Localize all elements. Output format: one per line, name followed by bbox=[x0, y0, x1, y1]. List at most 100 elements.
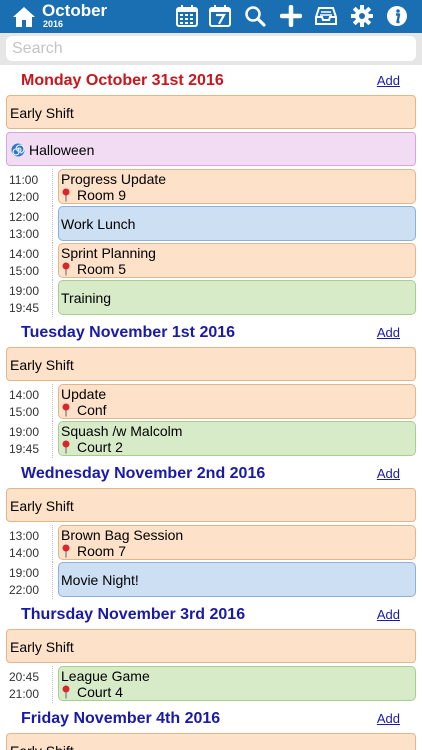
event-location-text: Court 4 bbox=[77, 684, 123, 700]
timed-event-row: 19:00 19:45 Squash /w Malcolm Court 2 bbox=[0, 421, 422, 458]
search-button[interactable] bbox=[243, 4, 267, 28]
event-start-time: 13:00 bbox=[9, 529, 40, 543]
event-times: 19:00 19:45 bbox=[9, 424, 49, 458]
all-day-event[interactable]: Early Shift bbox=[6, 488, 416, 522]
home-icon[interactable] bbox=[12, 5, 36, 29]
add-event-link[interactable]: Add bbox=[377, 607, 400, 622]
event-location-text: Room 7 bbox=[77, 543, 127, 559]
info-button[interactable] bbox=[385, 4, 409, 28]
event-location-text: Conf bbox=[77, 402, 107, 418]
event-start-time: 14:00 bbox=[9, 388, 40, 402]
event-title: Squash /w Malcolm bbox=[61, 423, 183, 439]
add-event-link[interactable]: Add bbox=[377, 466, 400, 481]
timed-event-row: 14:00 15:00 Sprint Planning Room 5 bbox=[0, 243, 422, 280]
event-title: Training bbox=[61, 290, 112, 306]
day-header: Monday October 31st 2016 Add bbox=[0, 65, 422, 95]
agenda-list[interactable]: Monday October 31st 2016 Add Early Shift Ha… bbox=[0, 65, 422, 750]
add-event-link[interactable]: Add bbox=[377, 325, 400, 340]
location-pin-icon bbox=[62, 188, 70, 202]
day-header: Tuesday November 1st 2016 Add bbox=[0, 317, 422, 347]
event-times: 19:00 19:45 bbox=[9, 283, 49, 317]
event-card[interactable]: Squash /w Malcolm Court 2 bbox=[58, 421, 416, 456]
add-event-button[interactable] bbox=[279, 4, 303, 28]
settings-button[interactable] bbox=[350, 4, 374, 28]
calendar-grid-icon bbox=[176, 5, 198, 27]
event-card[interactable]: Progress Update Room 9 bbox=[58, 169, 416, 204]
event-location-text: Room 9 bbox=[77, 187, 127, 203]
event-title: Early Shift bbox=[10, 639, 74, 655]
month-view-button[interactable] bbox=[175, 4, 199, 28]
event-start-time: 11:00 bbox=[9, 173, 39, 187]
event-times: 14:00 15:00 bbox=[9, 246, 49, 280]
time-divider bbox=[52, 169, 53, 206]
all-day-event[interactable]: Early Shift bbox=[6, 629, 416, 663]
all-day-event[interactable]: Early Shift bbox=[6, 347, 416, 381]
timed-event-row: 12:00 13:00 Work Lunch bbox=[0, 206, 422, 243]
day-header: Friday November 4th 2016 Add bbox=[0, 703, 422, 733]
day-title: Monday October 31st 2016 bbox=[21, 72, 224, 89]
day-title: Friday November 4th 2016 bbox=[21, 710, 221, 727]
event-title: Work Lunch bbox=[61, 216, 136, 232]
all-day-event[interactable]: Early Shift bbox=[6, 733, 416, 750]
event-end-time: 15:00 bbox=[9, 264, 40, 278]
event-times: 12:00 13:00 bbox=[9, 209, 49, 243]
event-title: Brown Bag Session bbox=[61, 527, 184, 543]
current-year: 2016 bbox=[43, 19, 64, 29]
top-toolbar: October 2016 bbox=[0, 0, 422, 33]
event-location: Conf bbox=[62, 402, 107, 418]
search-bar bbox=[0, 33, 422, 65]
event-start-time: 20:45 bbox=[9, 670, 40, 684]
event-title: Early Shift bbox=[10, 743, 74, 750]
week-view-button[interactable] bbox=[208, 4, 232, 28]
event-end-time: 22:00 bbox=[9, 583, 40, 597]
current-month[interactable]: October bbox=[42, 2, 107, 20]
event-times: 13:00 14:00 bbox=[9, 528, 49, 562]
event-card[interactable]: Movie Night! bbox=[58, 562, 416, 597]
timed-event-row: 20:45 21:00 League Game Court 4 bbox=[0, 666, 422, 703]
event-location: Room 7 bbox=[62, 543, 127, 559]
event-card[interactable]: League Game Court 4 bbox=[58, 666, 416, 701]
event-title: Sprint Planning bbox=[61, 245, 156, 261]
event-location: Court 2 bbox=[62, 439, 123, 455]
location-pin-icon bbox=[62, 685, 70, 699]
event-card[interactable]: Brown Bag Session Room 7 bbox=[58, 525, 416, 560]
gear-icon bbox=[351, 5, 373, 27]
calendar-seven-icon bbox=[209, 5, 231, 27]
add-event-link[interactable]: Add bbox=[377, 711, 400, 726]
event-title: Update bbox=[61, 386, 107, 402]
info-icon bbox=[387, 6, 407, 26]
time-divider bbox=[52, 525, 53, 562]
all-day-event[interactable]: Early Shift bbox=[6, 95, 416, 129]
timed-event-row: 13:00 14:00 Brown Bag Session Room 7 bbox=[0, 525, 422, 562]
event-card[interactable]: Training bbox=[58, 280, 416, 315]
event-end-time: 13:00 bbox=[9, 227, 40, 241]
event-times: 11:00 12:00 bbox=[9, 172, 49, 206]
event-times: 20:45 21:00 bbox=[9, 669, 49, 703]
location-pin-icon bbox=[62, 262, 70, 276]
event-start-time: 14:00 bbox=[9, 247, 40, 261]
plus-icon bbox=[280, 5, 302, 27]
event-end-time: 19:45 bbox=[9, 442, 40, 456]
timed-event-row: 11:00 12:00 Progress Update Room 9 bbox=[0, 169, 422, 206]
event-card[interactable]: Update Conf bbox=[58, 384, 416, 419]
event-card[interactable]: Work Lunch bbox=[58, 206, 416, 241]
search-input[interactable] bbox=[6, 36, 416, 61]
time-divider bbox=[52, 206, 53, 243]
all-day-event[interactable]: Halloween bbox=[6, 132, 416, 166]
day-title: Thursday November 3rd 2016 bbox=[21, 606, 246, 623]
event-title: League Game bbox=[61, 668, 150, 684]
event-title: Halloween bbox=[29, 142, 95, 158]
event-title: Early Shift bbox=[10, 357, 74, 373]
event-times: 14:00 15:00 bbox=[9, 387, 49, 421]
event-location-text: Court 2 bbox=[77, 439, 123, 455]
search-icon bbox=[245, 6, 266, 27]
inbox-button[interactable] bbox=[314, 4, 338, 28]
timed-event-row: 19:00 19:45 Training bbox=[0, 280, 422, 317]
timed-event-row: 14:00 15:00 Update Conf bbox=[0, 384, 422, 421]
event-end-time: 15:00 bbox=[9, 405, 40, 419]
event-location: Room 9 bbox=[62, 187, 127, 203]
add-event-link[interactable]: Add bbox=[377, 73, 400, 88]
time-divider bbox=[52, 666, 53, 703]
event-location: Court 4 bbox=[62, 684, 123, 700]
event-card[interactable]: Sprint Planning Room 5 bbox=[58, 243, 416, 278]
